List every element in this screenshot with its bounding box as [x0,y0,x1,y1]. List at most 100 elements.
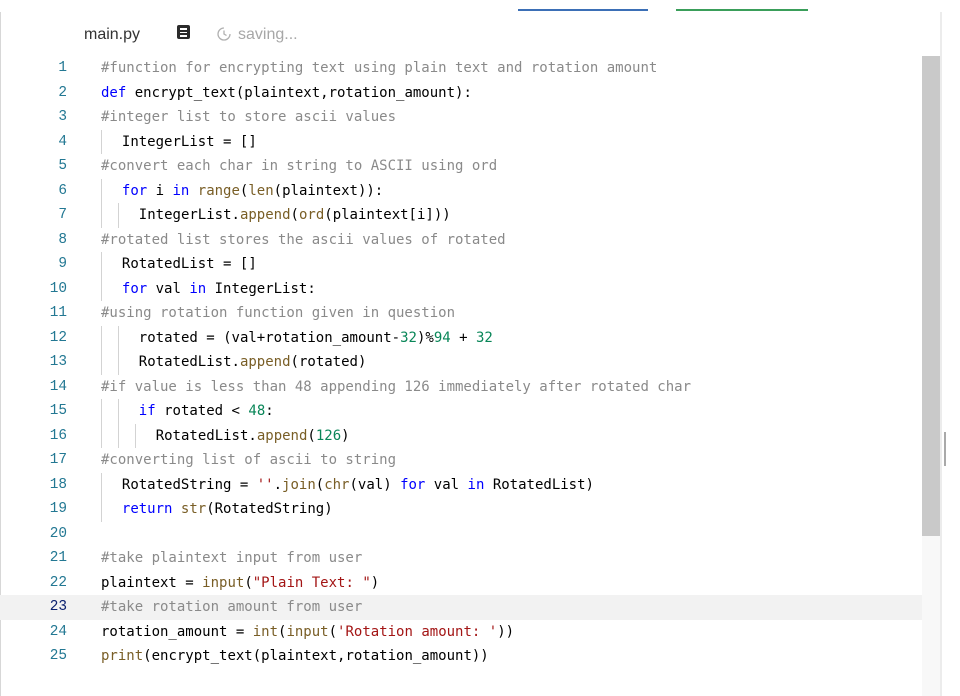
code-line[interactable]: 3 #integer list to store ascii values [0,105,940,130]
code-line[interactable]: 18 RotatedString = ''.join(chr(val) for v… [0,472,940,497]
code-text: RotatedList.append(rotated) [138,354,367,370]
indent-guide [101,252,102,277]
indent-guide [134,423,136,448]
code-text: IntegerList.append(ord(plaintext[i])) [138,207,451,223]
overview-ruler [940,12,942,696]
code-text: for val in IntegerList: [121,280,316,297]
indent-guide [117,399,119,424]
line-number: 18 [49,476,67,493]
code-editor[interactable]: 1 #function for encrypting text using pla… [0,56,940,696]
indent-guide [101,325,102,350]
code-line[interactable]: 4 IntegerList = [] [0,129,940,154]
code-text: plaintext = input("Plain Text: ") [101,574,380,591]
editor-tab-bar [0,12,940,56]
line-number: 24 [49,623,67,640]
document-icon[interactable] [177,25,190,39]
code-line[interactable]: 2 def encrypt_text(plaintext,rotation_amo… [0,81,940,106]
indent-guide [101,203,102,228]
line-number: 1 [58,60,67,76]
code-line[interactable]: 25 print(encrypt_text(plaintext,rotation_… [0,644,940,669]
code-line[interactable]: 8 #rotated list stores the ascii values o… [0,228,940,253]
line-number: 3 [58,109,67,125]
code-line[interactable]: 5 #convert each char in string to ASCII u… [0,154,940,179]
line-number: 23 [49,599,67,615]
code-line[interactable]: 15 if rotated < 48: [0,399,940,424]
code-text: RotatedList.append(126) [155,427,350,444]
code-text: if rotated < 48: [138,403,274,419]
line-number: 11 [49,305,67,321]
line-number: 17 [49,452,67,468]
code-text: #convert each char in string to ASCII us… [101,158,498,174]
vertical-scrollbar-thumb[interactable] [922,56,940,536]
run-button-edge[interactable] [518,9,648,11]
code-text: #take plaintext input from user [101,550,363,566]
code-text: return str(RotatedString) [121,501,333,517]
overview-ruler-marker [944,432,946,466]
indent-guide [101,423,102,448]
indent-guide [101,350,102,375]
line-number: 15 [49,403,67,419]
line-number: 19 [49,501,67,517]
indent-guide [101,399,102,424]
file-tab[interactable]: main.py [84,26,140,44]
code-text: #integer list to store ascii values [101,109,397,125]
line-number: 14 [49,378,67,395]
code-text: RotatedString = ''.join(chr(val) for val… [121,476,594,493]
code-line[interactable]: 17 #converting list of ascii to string [0,448,940,473]
line-number: 12 [49,329,67,346]
code-line[interactable]: 1 #function for encrypting text using pla… [0,56,940,81]
code-text: #using rotation function given in questi… [101,305,456,321]
line-number: 16 [49,427,67,444]
share-button-edge[interactable] [676,9,808,11]
line-number: 22 [49,574,67,591]
code-line[interactable]: 16 RotatedList.append(126) [0,423,940,448]
indent-guide [117,423,119,448]
line-number: 25 [49,648,67,664]
code-text: #converting list of ascii to string [101,452,397,468]
line-number: 7 [58,207,67,223]
indent-guide [101,276,102,301]
indent-guide [117,350,119,375]
code-line[interactable]: 10 for val in IntegerList: [0,276,940,301]
sync-icon [217,27,231,41]
line-number: 8 [58,231,67,248]
code-line[interactable]: 7 IntegerList.append(ord(plaintext[i])) [0,203,940,228]
code-text: rotation_amount = int(input('Rotation am… [101,623,515,640]
code-text: def encrypt_text(plaintext,rotation_amou… [101,84,472,101]
top-bar [0,0,960,12]
code-text: #function for encrypting text using plai… [101,60,658,76]
line-number: 2 [58,84,67,101]
line-number: 9 [58,256,67,272]
code-line[interactable]: 21 #take plaintext input from user [0,546,940,571]
code-line[interactable]: 24 rotation_amount = int(input('Rotation … [0,620,940,645]
line-number: 5 [58,158,67,174]
code-line[interactable]: 23 #take rotation amount from user [0,595,940,620]
code-line[interactable]: 19 return str(RotatedString) [0,497,940,522]
line-number: 20 [49,525,67,542]
code-line[interactable]: 22 plaintext = input("Plain Text: ") [0,571,940,596]
save-status: saving... [238,26,298,43]
line-number: 6 [58,182,67,199]
code-text: RotatedList = [] [121,256,257,272]
line-number: 21 [49,550,67,566]
indent-guide [117,203,119,228]
code-text: for i in range(len(plaintext)): [121,182,384,199]
line-number: 4 [58,133,67,150]
indent-guide [101,178,102,203]
code-line[interactable]: 9 RotatedList = [] [0,252,940,277]
code-line[interactable]: 13 RotatedList.append(rotated) [0,350,940,375]
code-text: #take rotation amount from user [101,599,363,615]
code-text: IntegerList = [] [121,133,257,150]
code-text: print(encrypt_text(plaintext,rotation_am… [101,648,489,664]
code-line[interactable]: 20 [0,522,940,547]
code-line[interactable]: 12 rotated = (val+rotation_amount-32)%94 … [0,325,940,350]
code-line[interactable]: 14 #if value is less than 48 appending 12… [0,375,940,400]
code-text: #rotated list stores the ascii values of… [101,231,506,248]
code-line[interactable]: 6 for i in range(len(plaintext)): [0,178,940,203]
code-line[interactable]: 11 #using rotation function given in ques… [0,301,940,326]
code-text: #if value is less than 48 appending 126 … [101,378,692,395]
indent-guide [101,472,102,497]
line-number: 10 [49,280,67,297]
indent-guide [101,129,102,154]
line-number: 13 [49,354,67,370]
